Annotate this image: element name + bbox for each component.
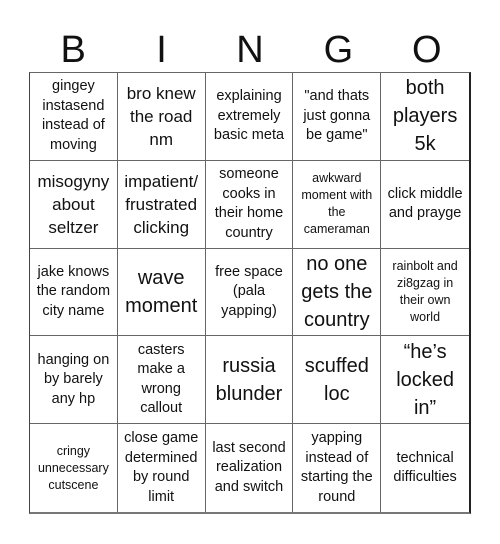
- cell-text: bro knew the road nm: [126, 83, 196, 149]
- cell-text: jake knows the random city name: [36, 263, 111, 319]
- bingo-cell-r5c3[interactable]: last second realization and switch: [206, 424, 294, 512]
- header-letter-g: G: [323, 29, 354, 71]
- bingo-cell-r5c5[interactable]: technical difficulties: [381, 424, 469, 512]
- cell-text: impatient/ frustrated clicking: [124, 171, 199, 237]
- bingo-cell-r1c4[interactable]: "and thats just gonna be game": [293, 73, 382, 161]
- bingo-cell-r4c2[interactable]: casters make a wrong callout: [117, 336, 206, 425]
- cell-text: cringy unnecessary cutscene: [37, 443, 109, 492]
- bingo-cell-r3c5[interactable]: rainbolt and zi8gzag in their own world: [381, 249, 469, 337]
- cell-text: both players 5k: [392, 77, 458, 156]
- cell-text: click middle and prayge: [387, 185, 463, 222]
- cell-text: scuffed loc: [304, 354, 369, 405]
- cell-text: misogyny about seltzer: [37, 171, 110, 237]
- bingo-cell-r1c5[interactable]: both players 5k: [381, 73, 469, 161]
- cell-text: explaining extremely basic meta: [213, 88, 285, 144]
- cell-text: hanging on by barely any hp: [37, 351, 110, 407]
- cell-text: someone cooks in their home country: [214, 166, 284, 241]
- bingo-cell-r3c4[interactable]: no one gets the country: [293, 248, 382, 337]
- cell-text: free space (pala yapping): [215, 263, 283, 319]
- bingo-cell-r2c3[interactable]: someone cooks in their home country: [205, 160, 294, 249]
- cell-text: casters make a wrong callout: [137, 341, 185, 417]
- bingo-cell-r2c1[interactable]: misogyny about seltzer: [30, 160, 118, 249]
- header-letter-i: I: [156, 29, 167, 71]
- cell-text: “he’s locked in”: [396, 340, 454, 419]
- bingo-cell-r3c1[interactable]: jake knows the random city name: [30, 248, 118, 337]
- bingo-cell-r4c5[interactable]: “he’s locked in”: [381, 336, 469, 425]
- bingo-grid: gingey instasend instead of moving bro k…: [29, 72, 471, 514]
- header-letter-n: N: [236, 29, 264, 71]
- cell-text: awkward moment with the cameraman: [301, 171, 373, 237]
- cell-text: wave moment: [125, 266, 198, 317]
- bingo-cell-r5c4[interactable]: yapping instead of starting the round: [293, 424, 382, 512]
- bingo-cell-r2c2[interactable]: impatient/ frustrated clicking: [117, 160, 206, 249]
- cell-text: technical difficulties: [393, 449, 457, 486]
- cell-text: russia blunder: [215, 354, 283, 405]
- bingo-header: B I N G O: [29, 28, 471, 72]
- bingo-cell-r4c1[interactable]: hanging on by barely any hp: [30, 336, 118, 425]
- bingo-cell-r4c4[interactable]: scuffed loc: [293, 336, 382, 425]
- cell-text: gingey instasend instead of moving: [41, 78, 105, 153]
- bingo-cell-r3c3-free-space[interactable]: free space (pala yapping): [205, 248, 294, 337]
- cell-text: yapping instead of starting the round: [300, 430, 373, 505]
- cell-text: rainbolt and zi8gzag in their own world: [392, 258, 458, 324]
- bingo-cell-r5c1[interactable]: cringy unnecessary cutscene: [30, 424, 118, 512]
- bingo-cell-r2c5[interactable]: click middle and prayge: [381, 161, 469, 249]
- cell-text: no one gets the country: [301, 252, 373, 331]
- bingo-cell-r4c3[interactable]: russia blunder: [205, 336, 294, 425]
- header-letter-b: B: [60, 29, 86, 71]
- header-letter-o: O: [411, 29, 442, 71]
- bingo-cell-r5c2[interactable]: close game determined by round limit: [118, 424, 206, 512]
- cell-text: "and thats just gonna be game": [303, 88, 371, 144]
- cell-text: close game determined by round limit: [124, 430, 199, 505]
- cell-text: last second realization and switch: [212, 439, 286, 495]
- bingo-cell-r2c4[interactable]: awkward moment with the cameraman: [293, 160, 382, 249]
- bingo-cell-r1c1[interactable]: gingey instasend instead of moving: [30, 73, 118, 161]
- bingo-cell-r1c3[interactable]: explaining extremely basic meta: [205, 73, 294, 161]
- bingo-cell-r3c2[interactable]: wave moment: [117, 248, 206, 337]
- bingo-cell-r1c2[interactable]: bro knew the road nm: [117, 73, 206, 161]
